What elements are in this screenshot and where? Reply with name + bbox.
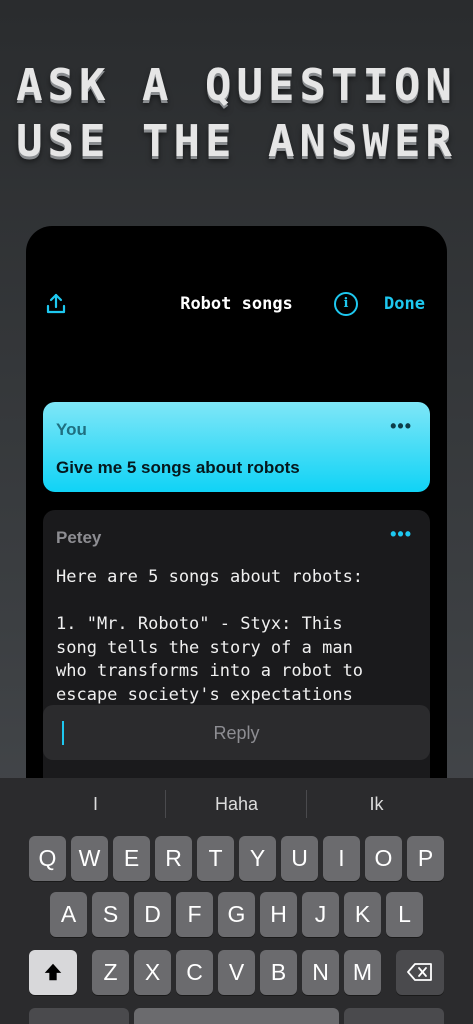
suggestion-1[interactable]: I	[25, 794, 166, 815]
key-p[interactable]: P	[407, 836, 444, 881]
key-u[interactable]: U	[281, 836, 318, 881]
suggestion-bar: I Haha Ik	[0, 778, 473, 830]
key-n[interactable]: N	[302, 950, 339, 995]
space-key[interactable]	[134, 1008, 339, 1024]
key-i[interactable]: I	[323, 836, 360, 881]
key-s[interactable]: S	[92, 892, 129, 937]
suggestion-2[interactable]: Haha	[166, 794, 307, 815]
key-o[interactable]: O	[365, 836, 402, 881]
reply-input[interactable]: Reply	[43, 705, 430, 760]
suggestion-3[interactable]: Ik	[306, 794, 447, 815]
shift-icon[interactable]	[29, 950, 77, 995]
user-message-text: Give me 5 songs about robots	[56, 458, 300, 477]
key-e[interactable]: E	[113, 836, 150, 881]
return-key[interactable]	[344, 1008, 444, 1024]
key-m[interactable]: M	[344, 950, 381, 995]
key-r[interactable]: R	[155, 836, 192, 881]
done-button[interactable]: Done	[384, 294, 425, 314]
backspace-icon[interactable]	[396, 950, 444, 995]
user-message-card: You ••• Give me 5 songs about robots	[43, 402, 430, 492]
key-f[interactable]: F	[176, 892, 213, 937]
key-c[interactable]: C	[176, 950, 213, 995]
key-k[interactable]: K	[344, 892, 381, 937]
key-b[interactable]: B	[260, 950, 297, 995]
reply-placeholder: Reply	[213, 723, 260, 743]
key-h[interactable]: H	[260, 892, 297, 937]
info-icon[interactable]: i	[334, 292, 358, 316]
assistant-message-card: Petey ••• Here are 5 songs about robots:…	[43, 510, 430, 810]
key-a[interactable]: A	[50, 892, 87, 937]
key-l[interactable]: L	[386, 892, 423, 937]
key-q[interactable]: Q	[29, 836, 66, 881]
assistant-sender-label: Petey	[56, 528, 102, 547]
key-x[interactable]: X	[134, 950, 171, 995]
keyboard: I Haha Ik Q W E R T Y U I O P A S D F G …	[0, 778, 473, 1024]
headline-line-2: USE THE ANSWER	[16, 116, 457, 167]
key-w[interactable]: W	[71, 836, 108, 881]
globe-key[interactable]	[29, 1008, 129, 1024]
user-sender-label: You	[56, 420, 87, 439]
key-z[interactable]: Z	[92, 950, 129, 995]
more-dots-icon[interactable]: •••	[390, 524, 412, 545]
nav-bar: Robot songs i Done	[26, 290, 447, 320]
key-d[interactable]: D	[134, 892, 171, 937]
more-dots-icon[interactable]: •••	[390, 416, 412, 437]
key-y[interactable]: Y	[239, 836, 276, 881]
key-g[interactable]: G	[218, 892, 255, 937]
key-j[interactable]: J	[302, 892, 339, 937]
key-v[interactable]: V	[218, 950, 255, 995]
key-t[interactable]: T	[197, 836, 234, 881]
headline-line-1: ASK A QUESTION	[16, 60, 457, 111]
